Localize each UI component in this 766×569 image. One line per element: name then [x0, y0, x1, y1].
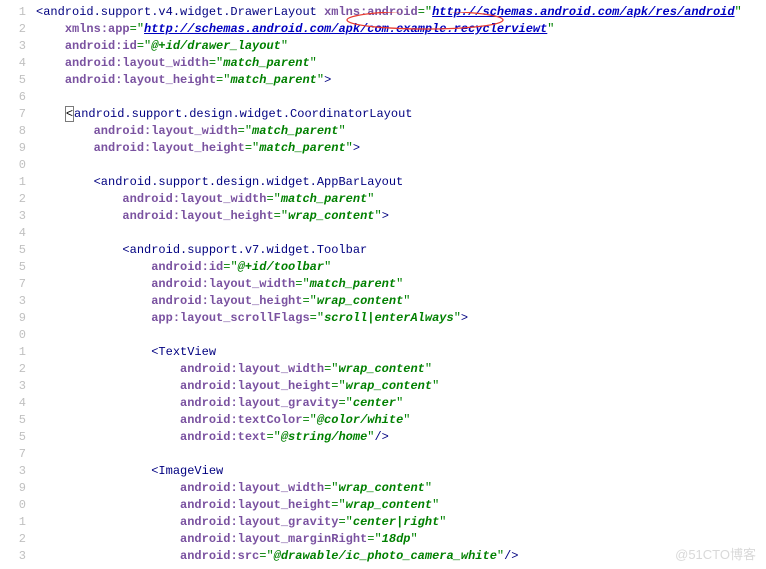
code-line: 3 android:id="@+id/drawer_layout" — [8, 38, 766, 55]
code-line: 1<android.support.v4.widget.DrawerLayout… — [8, 4, 766, 21]
code-line: 5 android:layout_height="match_parent"> — [8, 72, 766, 89]
line-number: 2 — [8, 531, 36, 548]
code-line: 4 — [8, 225, 766, 242]
code-line: 1 android:layout_gravity="center|right" — [8, 514, 766, 531]
line-number: 7 — [8, 276, 36, 293]
code-line: 1 <android.support.design.widget.AppBarL… — [8, 174, 766, 191]
code-line: 7 android:layout_width="match_parent" — [8, 276, 766, 293]
code-line: 3 android:src="@drawable/ic_photo_camera… — [8, 548, 766, 565]
line-number: 1 — [8, 4, 36, 21]
line-number: 2 — [8, 191, 36, 208]
line-number: 5 — [8, 72, 36, 89]
line-number: 3 — [8, 378, 36, 395]
line-number: 7 — [8, 446, 36, 463]
code-line: 0 — [8, 157, 766, 174]
line-number: 1 — [8, 174, 36, 191]
line-number: 5 — [8, 259, 36, 276]
watermark: @51CTO博客 — [675, 546, 756, 563]
line-number: 0 — [8, 327, 36, 344]
line-number: 4 — [8, 225, 36, 242]
line-number: 4 — [8, 55, 36, 72]
code-line: 2 android:layout_marginRight="18dp" — [8, 531, 766, 548]
code-block: 1<android.support.v4.widget.DrawerLayout… — [8, 4, 766, 565]
line-number: 5 — [8, 242, 36, 259]
code-line: 5 android:id="@+id/toolbar" — [8, 259, 766, 276]
line-number: 9 — [8, 480, 36, 497]
line-number: 9 — [8, 140, 36, 157]
line-number: 6 — [8, 89, 36, 106]
line-number: 5 — [8, 412, 36, 429]
code-line: 8 android:layout_width="match_parent" — [8, 123, 766, 140]
code-line: 3 <ImageView — [8, 463, 766, 480]
code-line: 7 — [8, 446, 766, 463]
line-number: 9 — [8, 310, 36, 327]
line-number: 3 — [8, 548, 36, 565]
line-number: 1 — [8, 514, 36, 531]
code-line: 3 android:layout_height="wrap_content"> — [8, 208, 766, 225]
code-line: 2 android:layout_width="match_parent" — [8, 191, 766, 208]
code-line: 9 app:layout_scrollFlags="scroll|enterAl… — [8, 310, 766, 327]
code-line: 9 android:layout_width="wrap_content" — [8, 480, 766, 497]
line-number: 3 — [8, 293, 36, 310]
code-line: 5 <android.support.v7.widget.Toolbar — [8, 242, 766, 259]
line-number: 1 — [8, 344, 36, 361]
code-line: 5 android:textColor="@color/white" — [8, 412, 766, 429]
line-number: 0 — [8, 157, 36, 174]
code-line: 0 — [8, 327, 766, 344]
line-number: 7 — [8, 106, 36, 123]
code-line: 2 xmlns:app="http://schemas.android.com/… — [8, 21, 766, 38]
line-number: 2 — [8, 361, 36, 378]
line-number: 2 — [8, 21, 36, 38]
code-line: 7 <android.support.design.widget.Coordin… — [8, 106, 766, 123]
line-number: 8 — [8, 123, 36, 140]
line-number: 4 — [8, 395, 36, 412]
code-line: 1 <TextView — [8, 344, 766, 361]
line-number: 3 — [8, 463, 36, 480]
line-number: 3 — [8, 38, 36, 55]
code-line: 4 android:layout_width="match_parent" — [8, 55, 766, 72]
code-line: 3 android:layout_height="wrap_content" — [8, 293, 766, 310]
line-number: 3 — [8, 208, 36, 225]
code-line: 9 android:layout_height="match_parent"> — [8, 140, 766, 157]
code-line: 5 android:text="@string/home"/> — [8, 429, 766, 446]
code-line: 4 android:layout_gravity="center" — [8, 395, 766, 412]
code-line: 3 android:layout_height="wrap_content" — [8, 378, 766, 395]
code-line: 2 android:layout_width="wrap_content" — [8, 361, 766, 378]
line-number: 5 — [8, 429, 36, 446]
code-line: 6 — [8, 89, 766, 106]
